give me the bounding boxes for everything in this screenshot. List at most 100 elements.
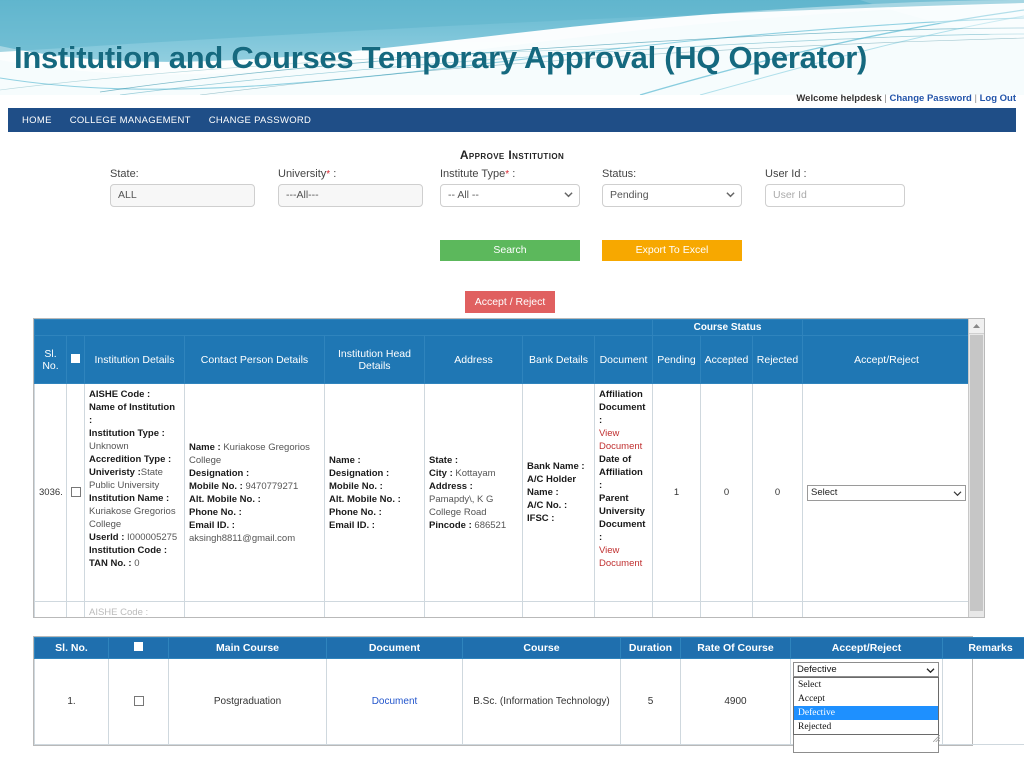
row-checkbox-icon[interactable] <box>71 487 81 498</box>
addr-pincode-key: Pincode : <box>429 519 472 531</box>
required-asterisk-university: * <box>326 169 331 180</box>
nav-item-college-management[interactable]: COLLEGE MANAGEMENT <box>61 115 200 126</box>
cp-mobile-key: Mobile No. : <box>189 480 243 492</box>
course-table: Sl. No. Main Course Document Course Dura… <box>34 637 1024 753</box>
bank-holder-key: A/C Holder Name : <box>527 474 577 498</box>
course-dropdown-option-list[interactable]: Select Accept Defective Rejected <box>793 677 939 735</box>
resize-grip-icon[interactable] <box>933 735 940 742</box>
chevron-down-icon-course-select <box>926 668 935 674</box>
hd-email-key: Email ID. : <box>329 519 375 531</box>
nav-item-change-password[interactable]: CHANGE PASSWORD <box>200 115 321 126</box>
col-document: Document <box>594 335 653 384</box>
doc-affiliation-key: Affiliation Document : <box>599 389 646 426</box>
search-button[interactable]: Search <box>440 240 580 261</box>
cell-accept-reject-select: Select <box>802 383 970 602</box>
grid-header-row: Sl. No. Institution Details Contact Pers… <box>34 335 970 384</box>
inst-aishe-key: AISHE Code : <box>89 389 151 400</box>
welcome-text: Welcome helpdesk <box>796 93 882 104</box>
page-root: Institution and Courses Temporary Approv… <box>0 0 1024 768</box>
institution-grid-scroll-area: Course Status Sl. No. Institution Detail… <box>34 319 970 617</box>
col-institution-head-details: Institution Head Details <box>324 335 425 384</box>
inst-name-of-inst-key: Name of Institution : <box>89 402 176 426</box>
course-col-sl-no: Sl. No. <box>34 637 109 659</box>
field-status: Status: Pending <box>602 168 742 207</box>
scroll-up-arrow-icon[interactable] <box>969 319 984 334</box>
group-header-blank-right <box>802 319 970 336</box>
cell-row-checkbox-next[interactable] <box>66 601 85 617</box>
cell-pending-count: 1 <box>652 383 701 602</box>
course-cell-document[interactable]: Document <box>326 658 463 745</box>
col-select-all[interactable] <box>66 335 85 384</box>
course-accept-reject-select[interactable]: Defective <box>793 662 939 677</box>
nav-item-home[interactable]: HOME <box>8 115 61 126</box>
inst-tan-key: TAN No. : <box>89 558 132 569</box>
accept-reject-button[interactable]: Accept / Reject <box>465 291 555 313</box>
inst-tan-val: 0 <box>134 558 140 569</box>
course-cell-sl-no: 1. <box>34 658 109 745</box>
cp-name-key: Name : <box>189 441 221 453</box>
chevron-down-icon-row-select <box>953 490 962 496</box>
institution-accept-reject-select[interactable]: Select <box>807 484 966 501</box>
institute-type-select[interactable]: -- All -- <box>440 184 580 207</box>
export-to-excel-button[interactable]: Export To Excel <box>602 240 742 261</box>
institute-type-label: Institute Type* : <box>440 168 516 180</box>
cell-document-next <box>594 601 653 617</box>
course-cell-checkbox[interactable] <box>108 658 169 745</box>
user-id-input[interactable]: User Id <box>765 184 905 207</box>
filter-bar: State: ALL University* : ---All--- Insti… <box>110 168 920 214</box>
grid-vertical-scrollbar[interactable] <box>968 319 984 617</box>
inst-userid-val: I000005275 <box>127 532 178 543</box>
dropdown-option-select[interactable]: Select <box>794 678 938 692</box>
doc-date-affiliation-key: Date of Affiliation : <box>599 454 643 491</box>
course-document-link[interactable]: Document <box>372 696 418 707</box>
cell-institution-details: AISHE Code : Name of Institution : Insti… <box>84 383 185 602</box>
inst-name-val: Kuriakose Gregorios College <box>89 506 176 530</box>
cp-email-val: aksingh8811@gmail.com <box>189 532 296 544</box>
field-state: State: ALL <box>110 168 255 207</box>
course-row-checkbox-icon[interactable] <box>133 696 144 707</box>
col-sl-no: Sl. No. <box>34 335 67 384</box>
course-cell-course: B.Sc. (Information Technology) <box>462 658 621 745</box>
doc-parent-univ-key: Parent University Document : <box>599 493 646 543</box>
cell-document: Affiliation Document : View Document Dat… <box>594 383 653 602</box>
addr-city-key: City : <box>429 467 453 479</box>
status-label: Status: <box>602 168 637 180</box>
dropdown-option-rejected[interactable]: Rejected <box>794 720 938 734</box>
course-cell-accept-reject: Defective Select Accept Defective Reject… <box>790 658 943 753</box>
course-cell-rate: 4900 <box>680 658 791 745</box>
course-col-main-course: Main Course <box>168 637 327 659</box>
dropdown-option-accept[interactable]: Accept <box>794 692 938 706</box>
bank-name-key: Bank Name : <box>527 461 585 472</box>
inst-code-key: Institution Code : <box>89 545 168 556</box>
select-all-checkbox-icon[interactable] <box>71 353 80 363</box>
group-header-course-status: Course Status <box>652 319 803 336</box>
change-password-link[interactable]: Change Password <box>889 93 971 104</box>
dropdown-option-defective[interactable]: Defective <box>794 706 938 720</box>
cell-address-next <box>424 601 523 617</box>
view-document-link-affiliation[interactable]: View Document <box>599 428 642 452</box>
institution-grid-container: Course Status Sl. No. Institution Detail… <box>33 318 985 618</box>
form-heading: Approve Institution <box>459 148 565 162</box>
page-banner: Institution and Courses Temporary Approv… <box>0 0 1024 95</box>
inst-university-key: Univeristy : <box>89 467 141 478</box>
university-input[interactable]: ---All--- <box>278 184 423 207</box>
inst-type-key: Institution Type : <box>89 428 165 439</box>
bank-ifsc-key: IFSC : <box>527 513 555 524</box>
logout-link[interactable]: Log Out <box>980 93 1016 104</box>
course-col-select-all[interactable] <box>108 637 169 659</box>
cp-email-key: Email ID. : <box>189 519 235 531</box>
course-col-remarks: Remarks <box>942 637 1024 659</box>
course-accept-reject-value: Defective <box>797 664 837 675</box>
cell-row-checkbox[interactable] <box>66 383 85 602</box>
field-institute-type: Institute Type* : -- All -- <box>440 168 580 207</box>
view-document-link-parent-university[interactable]: View Document <box>599 545 642 569</box>
table-row-partial: AISHE Code : <box>34 601 970 617</box>
grid-scrollbar-thumb[interactable] <box>970 335 983 611</box>
page-title: Institution and Courses Temporary Approv… <box>14 40 868 75</box>
state-input[interactable]: ALL <box>110 184 255 207</box>
status-select[interactable]: Pending <box>602 184 742 207</box>
course-select-all-checkbox-icon[interactable] <box>134 642 143 651</box>
user-id-label: User Id : <box>765 168 807 180</box>
hd-designation-key: Designation : <box>329 467 390 479</box>
cell-sl-no-next <box>34 601 67 617</box>
